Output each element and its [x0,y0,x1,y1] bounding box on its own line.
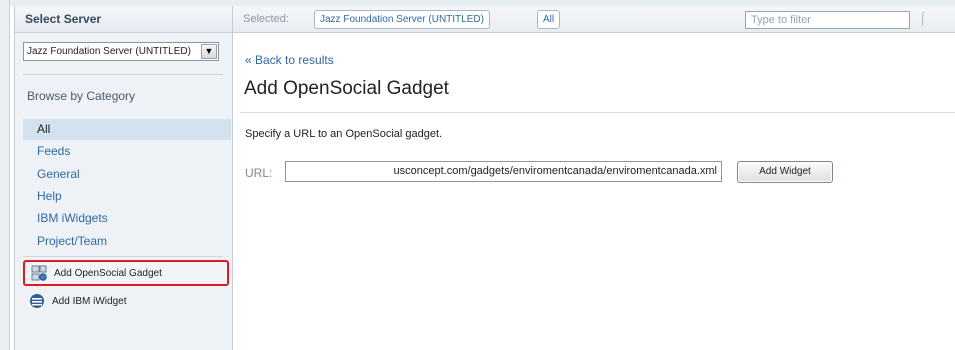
opensocial-gadget-icon [31,265,47,281]
back-to-results-link[interactable]: « Back to results [245,53,334,67]
add-ibm-iwidget-link[interactable]: Add IBM iWidget [23,288,229,314]
clear-filter-icon[interactable]: ⌠ [919,11,926,25]
url-input[interactable]: usconcept.com/gadgets/enviromentcanada/e… [285,161,722,182]
instruction-text: Specify a URL to an OpenSocial gadget. [245,128,443,140]
divider [23,256,223,257]
page-title: Add OpenSocial Gadget [244,78,449,99]
category-item-ibm-iwidgets[interactable]: IBM iWidgets [23,207,231,230]
category-item-help[interactable]: Help [23,185,231,207]
chevron-down-icon[interactable]: ▼ [201,44,217,59]
browse-by-category-header: Browse by Category [27,89,136,103]
divider [23,74,223,75]
url-label: URL: [245,166,273,180]
category-item-project-team[interactable]: Project/Team [23,230,231,253]
selected-server-chip[interactable]: Jazz Foundation Server (UNTITLED) [314,10,490,29]
selected-category-chip[interactable]: All [537,10,561,29]
server-dropdown-value: Jazz Foundation Server (UNTITLED) [27,46,191,57]
add-opensocial-gadget-label: Add OpenSocial Gadget [54,267,162,279]
selection-toolbar: Selected: Jazz Foundation Server (UNTITL… [233,6,955,33]
category-item-feeds[interactable]: Feeds [23,140,231,163]
add-ibm-iwidget-label: Add IBM iWidget [52,295,127,307]
category-item-general[interactable]: General [23,163,231,185]
sidebar: Select Server Jazz Foundation Server (UN… [14,6,233,350]
category-list: All Feeds General Help IBM iWidgets Proj… [23,119,231,253]
add-widget-button[interactable]: Add Widget [737,161,833,183]
ibm-iwidget-icon [29,293,45,309]
select-server-header: Select Server [15,6,232,33]
category-item-all[interactable]: All [23,119,231,140]
divider [240,112,955,113]
add-opensocial-gadget-link[interactable]: Add OpenSocial Gadget [23,260,229,286]
selected-label: Selected: [243,13,289,25]
server-dropdown[interactable]: Jazz Foundation Server (UNTITLED) ▼ [23,42,219,61]
filter-input[interactable]: Type to filter [745,11,910,29]
window-left-edge [0,0,10,350]
